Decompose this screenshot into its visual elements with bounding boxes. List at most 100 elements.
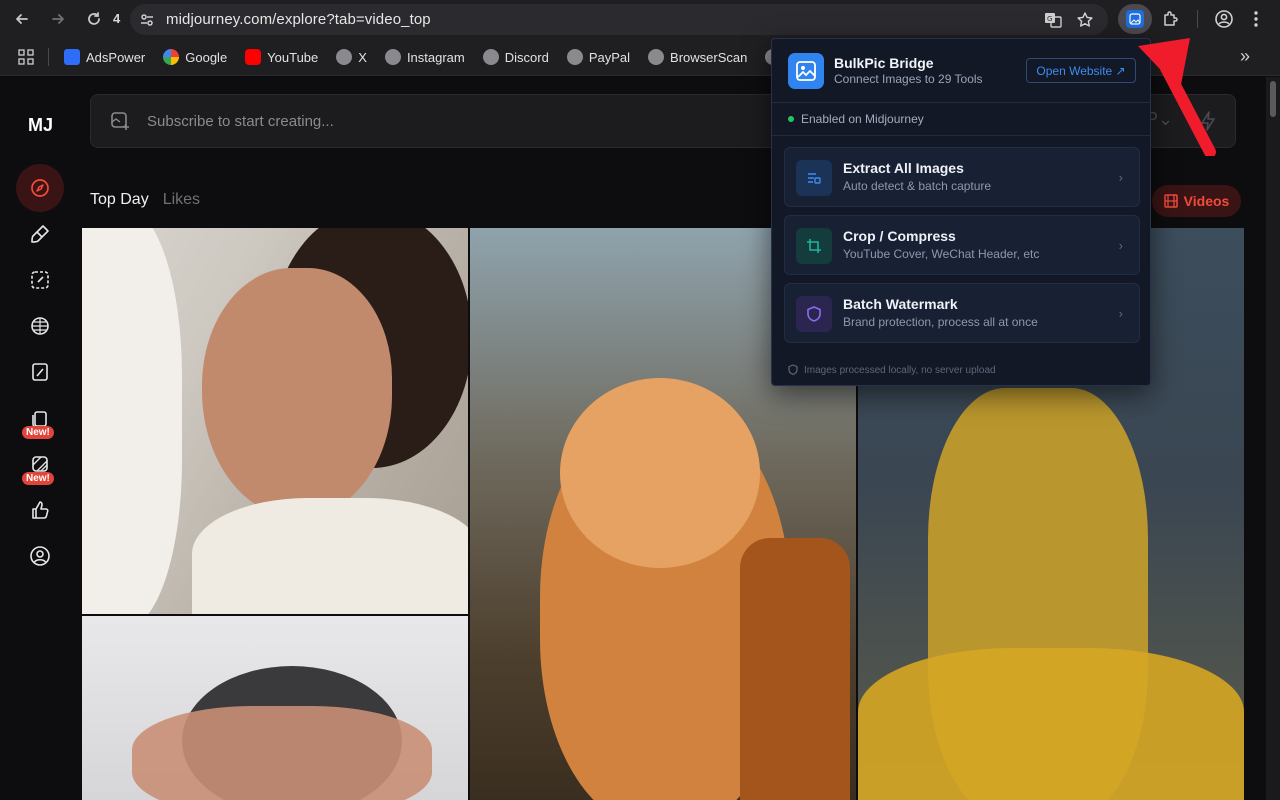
image-icon (796, 61, 816, 81)
bookmark-adspower[interactable]: AdsPower (64, 49, 145, 65)
popup-app-subtitle: Connect Images to 29 Tools (834, 72, 983, 86)
popup-footer: Images processed locally, no server uplo… (788, 364, 996, 376)
bookmark-browserscan[interactable]: BrowserScan (648, 49, 747, 65)
annotation-arrow (1138, 38, 1216, 156)
globe-icon (336, 49, 353, 65)
shield-icon (807, 306, 821, 322)
brush-icon (31, 225, 49, 243)
add-image-icon[interactable] (109, 110, 131, 132)
bookmarks-divider (48, 48, 49, 66)
portrait-dress-shape (192, 498, 468, 614)
youtube-icon (245, 49, 262, 65)
url-text: midjourney.com/explore?tab=video_top (166, 11, 431, 28)
status-text: Enabled on Midjourney (801, 112, 924, 126)
bulkpic-logo (788, 53, 824, 89)
videos-filter-button[interactable]: Videos (1152, 185, 1241, 217)
translate-icon[interactable]: G (1044, 11, 1062, 34)
bottle-shape (740, 538, 850, 800)
extract-list-icon (808, 173, 821, 184)
adspower-icon (64, 49, 80, 65)
globe-icon (384, 49, 401, 65)
crop-icon (807, 239, 821, 253)
reload-button[interactable] (81, 6, 107, 32)
portrait-face-shape (202, 268, 392, 518)
cat-face-shape (560, 378, 760, 568)
forward-button[interactable] (45, 6, 71, 32)
thumbs-up-icon (32, 501, 49, 519)
globe-icon (482, 49, 499, 65)
bookmark-star-icon[interactable] (1076, 11, 1094, 34)
arrow-right-icon (52, 14, 64, 24)
action-subtitle: Auto detect & batch capture (843, 179, 992, 193)
sidebar-item-edit[interactable] (24, 264, 56, 296)
extract-icon-wrap (796, 160, 832, 196)
action-subtitle: Brand protection, process all at once (843, 315, 1038, 329)
watermark-icon-wrap (796, 296, 832, 332)
browser-toolbar: 4 midjourney.com/explore?tab=video_top G (0, 0, 1280, 38)
site-settings-icon[interactable] (139, 12, 155, 33)
chevron-right-icon: › (1118, 170, 1123, 185)
new-badge: New! (22, 472, 54, 485)
popup-app-name: BulkPic Bridge (834, 55, 934, 71)
popup-divider (772, 135, 1150, 136)
globe-icon (566, 49, 583, 65)
status-dot (788, 116, 794, 122)
edit-frame-icon (31, 271, 49, 289)
svg-text:G: G (1047, 15, 1052, 23)
arrow-left-icon (16, 14, 28, 24)
globe-icon (648, 49, 665, 65)
sidebar-item-profile[interactable] (24, 540, 56, 572)
bookmarks-overflow-button[interactable]: » (1240, 46, 1250, 67)
google-icon (163, 49, 180, 65)
shield-small-icon (788, 364, 798, 376)
tab-likes[interactable]: Likes (163, 191, 200, 209)
sidebar: MJ New! New! (0, 77, 80, 800)
prompt-input-placeholder: Subscribe to start creating... (147, 112, 334, 130)
chevron-right-icon: › (1118, 306, 1123, 321)
bookmark-google[interactable]: Google (163, 49, 227, 65)
reload-icon (88, 12, 100, 25)
crop-icon-wrap (796, 228, 832, 264)
sidebar-item-personalize[interactable] (24, 356, 56, 388)
action-title: Extract All Images (843, 160, 964, 176)
bookmark-instagram[interactable]: Instagram (384, 49, 465, 65)
sidebar-item-likes[interactable] (24, 494, 56, 526)
batch-watermark-action[interactable]: Batch Watermark Brand protection, proces… (784, 283, 1140, 343)
apps-grid-icon[interactable] (18, 49, 34, 70)
new-badge: New! (22, 426, 54, 439)
car-shape (858, 648, 1244, 800)
hands-shape (132, 706, 432, 800)
gallery-tile-wash[interactable] (82, 616, 468, 800)
address-bar[interactable]: midjourney.com/explore?tab=video_top G (130, 4, 1108, 35)
gallery-tile-portrait[interactable] (82, 228, 468, 614)
browser-menu-icon[interactable] (1253, 10, 1259, 33)
page-scrollbar[interactable] (1266, 77, 1280, 800)
scrollbar-thumb[interactable] (1270, 81, 1276, 117)
film-icon (1163, 194, 1178, 208)
action-title: Crop / Compress (843, 228, 956, 244)
back-button[interactable] (9, 6, 35, 32)
open-website-button[interactable]: Open Website ↗ (1026, 58, 1136, 83)
bookmark-discord[interactable]: Discord (482, 49, 549, 65)
chevron-right-icon: › (1118, 238, 1123, 253)
mj-logo[interactable]: MJ (28, 115, 53, 136)
user-icon (30, 546, 50, 566)
tab-top-day[interactable]: Top Day (90, 191, 149, 209)
globe-grid-icon (31, 317, 49, 335)
sidebar-item-explore[interactable] (16, 164, 64, 212)
popup-header: BulkPic Bridge Connect Images to 29 Tool… (772, 39, 1150, 103)
action-subtitle: YouTube Cover, WeChat Header, etc (843, 247, 1040, 261)
bulkpic-popup: BulkPic Bridge Connect Images to 29 Tool… (771, 38, 1151, 386)
horse-shape (82, 228, 182, 614)
compass-icon (31, 179, 49, 197)
explore-tabs: Top Day Likes (90, 191, 214, 209)
sidebar-item-organize[interactable] (24, 310, 56, 342)
pen-doc-icon (32, 363, 48, 381)
tab-count: 4 (113, 11, 121, 26)
sidebar-item-create[interactable] (24, 218, 56, 250)
crop-compress-action[interactable]: Crop / Compress YouTube Cover, WeChat He… (784, 215, 1140, 275)
bookmark-paypal[interactable]: PayPal (566, 49, 630, 65)
extract-images-action[interactable]: Extract All Images Auto detect & batch c… (784, 147, 1140, 207)
bookmark-x[interactable]: X (336, 49, 367, 65)
bookmark-youtube[interactable]: YouTube (245, 49, 318, 65)
